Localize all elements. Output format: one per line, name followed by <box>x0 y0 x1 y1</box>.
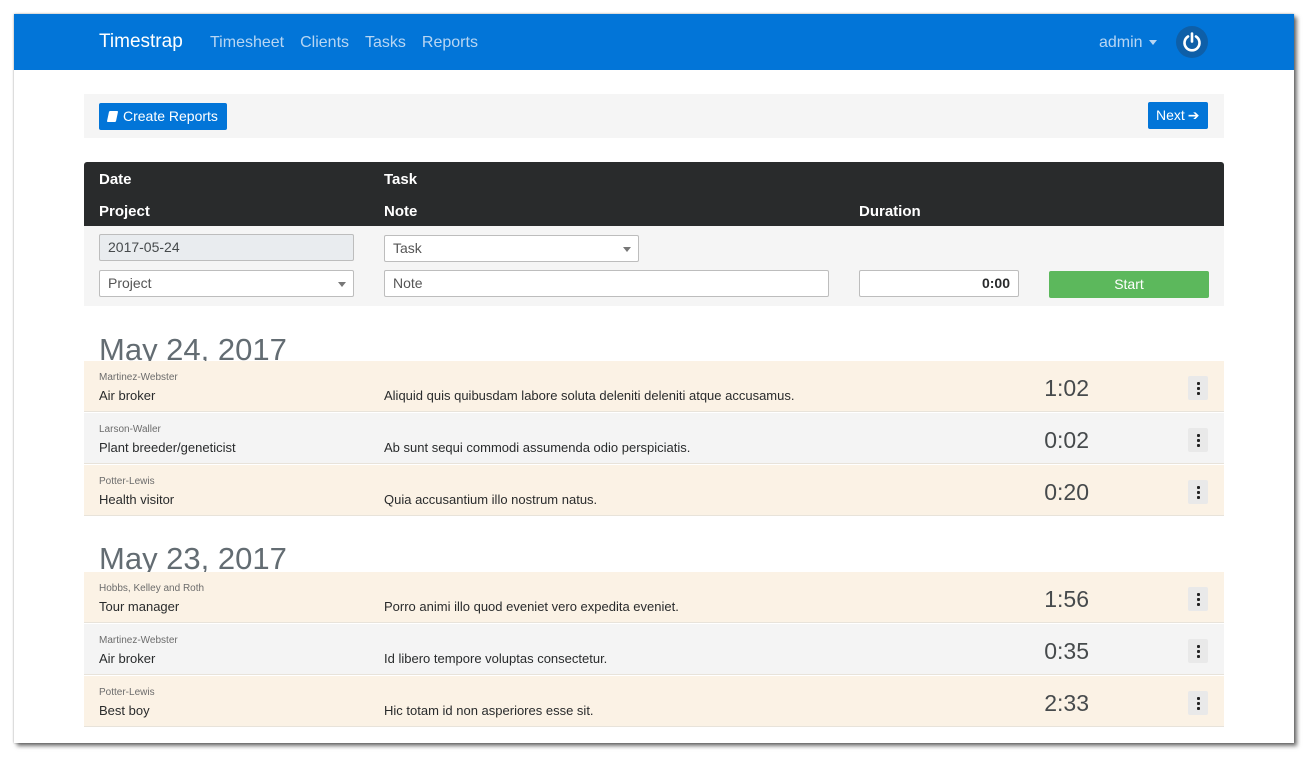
entry-client: Potter-Lewis <box>99 476 155 487</box>
header-note: Note <box>384 203 418 220</box>
app-window: Timestrap Timesheet Clients Tasks Report… <box>14 14 1294 743</box>
entry-note: Ab sunt sequi commodi assumenda odio per… <box>384 440 691 455</box>
create-reports-button[interactable]: Create Reports <box>99 103 227 130</box>
chevron-down-icon <box>623 247 631 252</box>
start-button[interactable]: Start <box>1049 271 1209 298</box>
entry-client: Martinez-Webster <box>99 635 178 646</box>
note-input[interactable]: Note <box>384 270 829 297</box>
entry-duration: 2:33 <box>1044 690 1089 716</box>
create-reports-label: Create Reports <box>123 108 218 124</box>
duration-input[interactable]: 0:00 <box>859 270 1019 297</box>
entry-task: Best boy <box>99 703 150 718</box>
entry-duration: 1:56 <box>1044 586 1089 612</box>
entry-task: Air broker <box>99 651 156 666</box>
header-task: Task <box>384 171 418 188</box>
entry-client: Larson-Waller <box>99 424 161 435</box>
entry-task: Health visitor <box>99 492 175 507</box>
project-select[interactable]: Project <box>99 270 354 297</box>
entry-row: Larson-Waller Plant breeder/geneticist A… <box>84 413 1224 464</box>
entry-row: Martinez-Webster Air broker Id libero te… <box>84 624 1224 675</box>
entry-menu-button[interactable] <box>1188 376 1208 400</box>
toolbar: Create Reports Next ➔ <box>84 94 1224 138</box>
entry-note: Hic totam id non asperiores esse sit. <box>384 703 594 718</box>
entry-duration: 1:02 <box>1044 375 1089 401</box>
entry-menu-button[interactable] <box>1188 691 1208 715</box>
header-duration: Duration <box>859 203 921 220</box>
user-name: admin <box>1099 34 1143 51</box>
header-project: Project <box>99 203 150 220</box>
nav-link-clients[interactable]: Clients <box>300 34 349 52</box>
entry-duration: 0:20 <box>1044 479 1089 505</box>
brand-logo[interactable]: Timestrap <box>99 31 183 53</box>
next-button[interactable]: Next ➔ <box>1148 102 1208 129</box>
date-field[interactable]: 2017-05-24 <box>99 234 354 261</box>
entry-client: Martinez-Webster <box>99 372 178 383</box>
entry-row: Martinez-Webster Air broker Aliquid quis… <box>84 361 1224 412</box>
power-icon <box>1183 32 1201 52</box>
entry-client: Hobbs, Kelley and Roth <box>99 583 205 594</box>
entry-menu-button[interactable] <box>1188 639 1208 663</box>
nav-link-timesheet[interactable]: Timesheet <box>210 34 284 52</box>
header-date: Date <box>99 171 132 188</box>
user-menu[interactable]: admin <box>1099 34 1157 52</box>
new-entry-form: 2017-05-24 Task Project Note 0:00 Start <box>84 226 1224 306</box>
nav-links: Timesheet Clients Tasks Reports <box>210 34 478 52</box>
project-select-placeholder: Project <box>108 275 152 291</box>
entry-menu-button[interactable] <box>1188 428 1208 452</box>
entry-menu-button[interactable] <box>1188 480 1208 504</box>
next-label: Next <box>1156 107 1185 123</box>
arrow-right-icon: ➔ <box>1187 107 1200 123</box>
task-select-placeholder: Task <box>393 240 422 256</box>
navbar: Timestrap Timesheet Clients Tasks Report… <box>14 14 1294 70</box>
entry-row: Potter-Lewis Health visitor Quia accusan… <box>84 465 1224 516</box>
entry-row: Hobbs, Kelley and Roth Tour manager Porr… <box>84 572 1224 623</box>
logout-button[interactable] <box>1176 26 1208 58</box>
nav-link-tasks[interactable]: Tasks <box>365 34 406 52</box>
entry-note: Porro animi illo quod eveniet vero exped… <box>384 599 679 614</box>
entry-task: Tour manager <box>99 599 180 614</box>
book-icon <box>106 111 119 122</box>
entry-note: Aliquid quis quibusdam labore soluta del… <box>384 388 795 403</box>
entry-duration: 0:02 <box>1044 427 1089 453</box>
nav-link-reports[interactable]: Reports <box>422 34 478 52</box>
entry-row: Potter-Lewis Best boy Hic totam id non a… <box>84 676 1224 727</box>
chevron-down-icon <box>338 282 346 287</box>
entry-client: Potter-Lewis <box>99 687 155 698</box>
chevron-down-icon <box>1148 40 1157 46</box>
entry-note: Quia accusantium illo nostrum natus. <box>384 492 598 507</box>
entry-duration: 0:35 <box>1044 638 1089 664</box>
task-select[interactable]: Task <box>384 235 639 262</box>
entry-menu-button[interactable] <box>1188 587 1208 611</box>
table-header: Date Task Project Note Duration <box>84 162 1224 226</box>
entry-note: Id libero tempore voluptas consectetur. <box>384 651 608 666</box>
entry-task: Plant breeder/geneticist <box>99 440 236 455</box>
entry-task: Air broker <box>99 388 156 403</box>
